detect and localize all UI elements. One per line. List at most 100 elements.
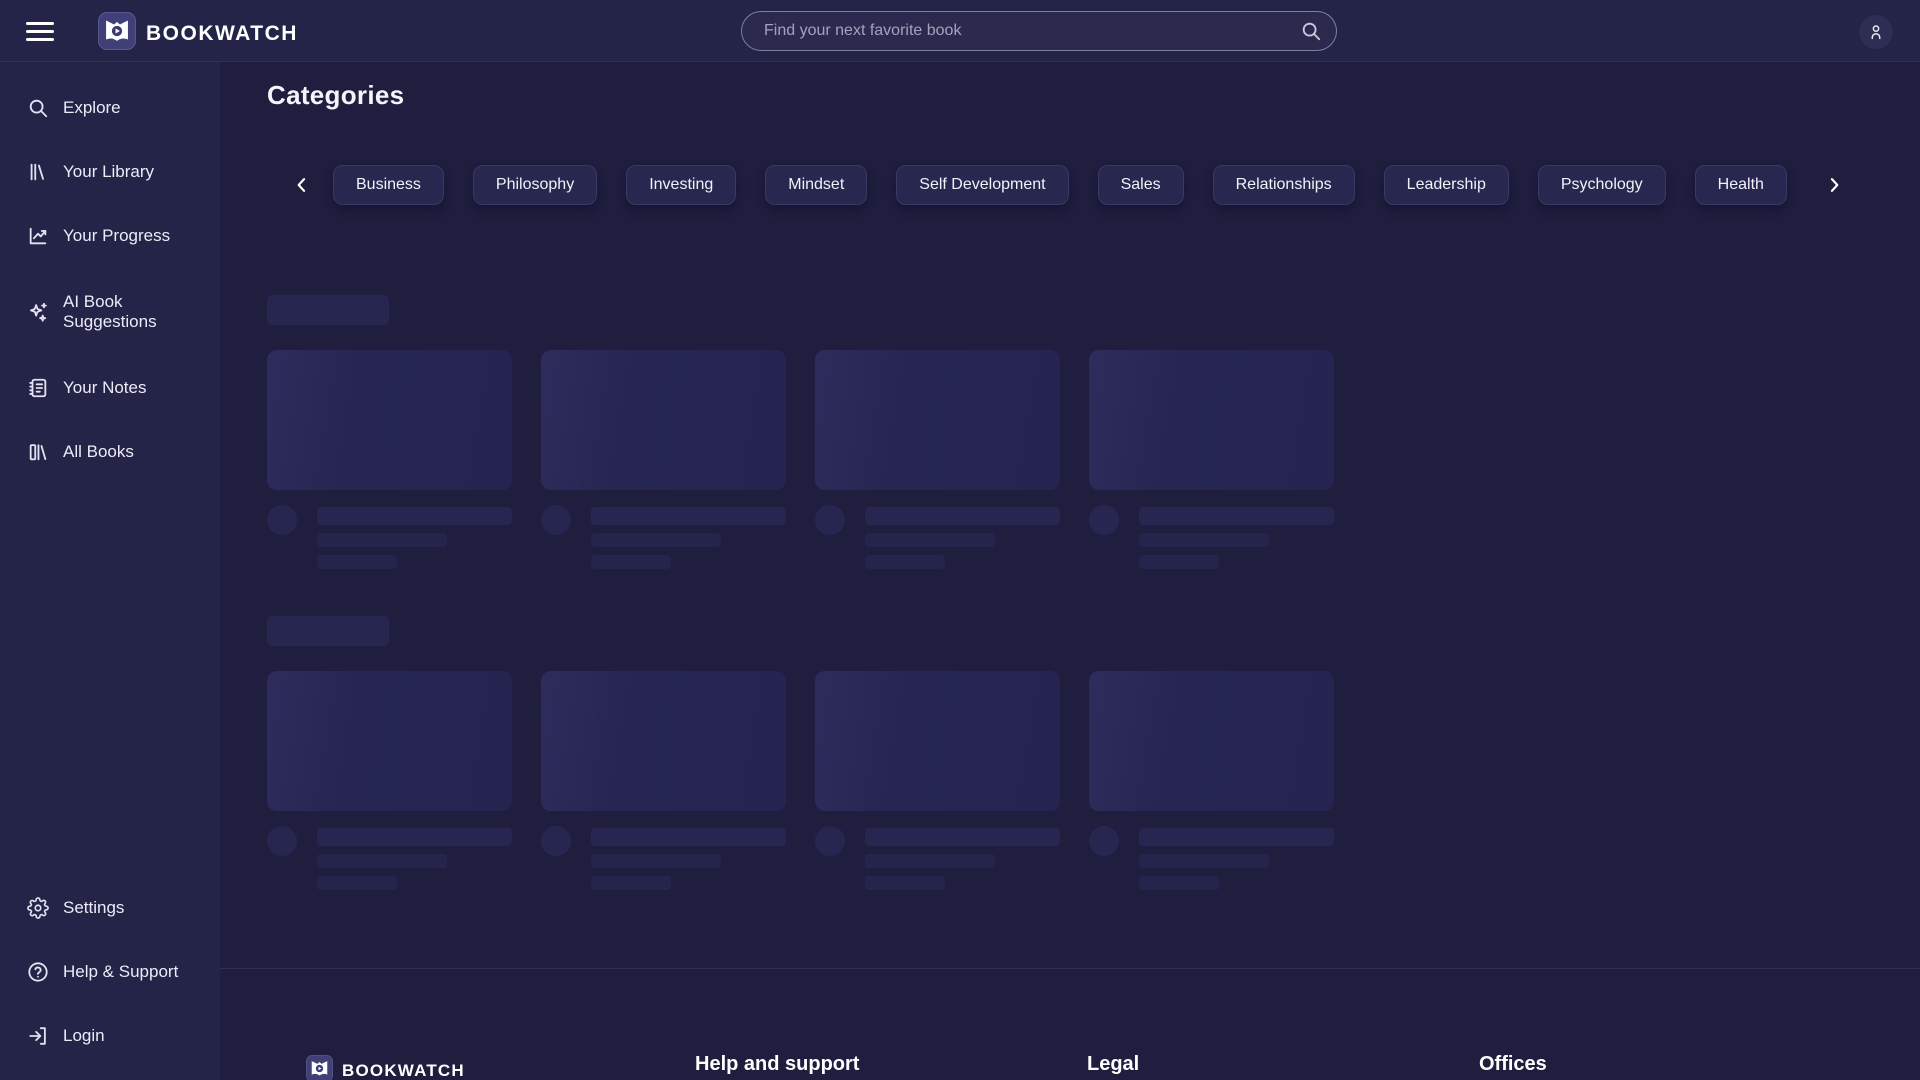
footer-column-legal: Legal — [1087, 1053, 1139, 1076]
text-line-skeleton — [591, 533, 721, 547]
text-line-skeleton — [1139, 854, 1269, 868]
sidebar: Explore Your Library Your Progress AI Bo… — [0, 62, 220, 1080]
book-cover-skeleton — [541, 671, 786, 811]
text-line-skeleton — [1139, 876, 1219, 890]
footer-brand-logo: BOOKWATCH — [306, 1055, 465, 1080]
text-line-skeleton — [1139, 507, 1334, 525]
top-bar: BOOKWATCH — [0, 0, 1920, 62]
sidebar-item-label: All Books — [63, 442, 134, 462]
sidebar-item-your-notes[interactable]: Your Notes — [0, 364, 220, 412]
sidebar-item-settings[interactable]: Settings — [0, 884, 220, 932]
text-line-skeleton — [865, 507, 1060, 525]
avatar-skeleton — [815, 505, 845, 535]
footer-column-offices: Offices — [1479, 1053, 1547, 1076]
sidebar-item-label: Your Library — [63, 162, 154, 182]
sidebar-item-label: Your Notes — [63, 378, 146, 398]
loading-book-section — [267, 616, 1607, 890]
gear-icon — [27, 897, 49, 919]
book-cover-skeleton — [815, 350, 1060, 490]
avatar-skeleton — [815, 826, 845, 856]
sidebar-item-help-support[interactable]: Help & Support — [0, 948, 220, 996]
category-chip-psychology[interactable]: Psychology — [1538, 165, 1666, 205]
category-chip-philosophy[interactable]: Philosophy — [473, 165, 597, 205]
section-title-skeleton — [267, 616, 389, 646]
sidebar-item-label: Your Progress — [63, 226, 170, 246]
chevron-left-icon[interactable] — [286, 169, 318, 201]
category-chip-business[interactable]: Business — [333, 165, 444, 205]
sidebar-item-label: Explore — [63, 98, 121, 118]
category-chip-list: Business Philosophy Investing Mindset Se… — [333, 165, 1787, 205]
book-card-skeleton — [1089, 671, 1334, 890]
text-line-skeleton — [317, 507, 512, 525]
brand-logo[interactable]: BOOKWATCH — [98, 12, 298, 55]
category-chip-health[interactable]: Health — [1695, 165, 1787, 205]
footer-column-help-and-support: Help and support — [695, 1053, 859, 1076]
book-cover-skeleton — [815, 671, 1060, 811]
book-grid-skeleton — [267, 350, 1607, 569]
chevron-right-icon[interactable] — [1818, 169, 1850, 201]
text-line-skeleton — [591, 828, 786, 846]
book-cover-skeleton — [267, 350, 512, 490]
text-line-skeleton — [591, 876, 671, 890]
page-title: Categories — [267, 80, 404, 111]
avatar-skeleton — [267, 826, 297, 856]
library-icon — [27, 161, 49, 183]
bookwatch-logo-icon — [98, 12, 136, 55]
categories-carousel: Business Philosophy Investing Mindset Se… — [220, 165, 1920, 205]
text-line-skeleton — [317, 533, 447, 547]
category-chip-relationships[interactable]: Relationships — [1213, 165, 1355, 205]
avatar-skeleton — [1089, 505, 1119, 535]
sidebar-item-label: Login — [63, 1026, 105, 1046]
book-card-skeleton — [1089, 350, 1334, 569]
section-title-skeleton — [267, 295, 389, 325]
search-bar — [741, 11, 1337, 51]
book-card-skeleton — [267, 350, 512, 569]
text-line-skeleton — [865, 828, 1060, 846]
category-chip-leadership[interactable]: Leadership — [1384, 165, 1509, 205]
book-cover-skeleton — [267, 671, 512, 811]
text-line-skeleton — [317, 854, 447, 868]
avatar-skeleton — [1089, 826, 1119, 856]
menu-icon[interactable] — [26, 17, 54, 45]
sidebar-item-your-library[interactable]: Your Library — [0, 148, 220, 196]
text-line-skeleton — [865, 876, 945, 890]
sidebar-item-label: AI Book Suggestions — [63, 292, 201, 333]
sidebar-item-label: Help & Support — [63, 962, 178, 982]
text-line-skeleton — [317, 876, 397, 890]
text-line-skeleton — [865, 533, 995, 547]
category-chip-investing[interactable]: Investing — [626, 165, 736, 205]
search-icon — [27, 97, 49, 119]
search-input[interactable] — [764, 22, 1300, 40]
text-line-skeleton — [1139, 555, 1219, 569]
sidebar-item-login[interactable]: Login — [0, 1012, 220, 1060]
sidebar-item-ai-book-suggestions[interactable]: AI Book Suggestions — [0, 280, 220, 344]
book-card-skeleton — [815, 671, 1060, 890]
text-line-skeleton — [591, 555, 671, 569]
sidebar-item-label: Settings — [63, 898, 124, 918]
category-chip-self-development[interactable]: Self Development — [896, 165, 1068, 205]
sidebar-item-your-progress[interactable]: Your Progress — [0, 212, 220, 260]
book-card-skeleton — [815, 350, 1060, 569]
loading-book-section — [267, 295, 1607, 569]
text-line-skeleton — [1139, 533, 1269, 547]
book-card-skeleton — [267, 671, 512, 890]
text-line-skeleton — [591, 854, 721, 868]
text-line-skeleton — [1139, 828, 1334, 846]
category-chip-sales[interactable]: Sales — [1098, 165, 1184, 205]
notes-icon — [27, 377, 49, 399]
avatar-skeleton — [541, 826, 571, 856]
book-cover-skeleton — [1089, 350, 1334, 490]
text-line-skeleton — [865, 555, 945, 569]
bookwatch-logo-icon — [306, 1055, 333, 1080]
main-content: Categories Business Philosophy Investing… — [220, 62, 1920, 1080]
text-line-skeleton — [317, 828, 512, 846]
book-card-skeleton — [541, 350, 786, 569]
book-cover-skeleton — [541, 350, 786, 490]
category-chip-mindset[interactable]: Mindset — [765, 165, 867, 205]
sidebar-item-explore[interactable]: Explore — [0, 84, 220, 132]
user-account-button[interactable] — [1859, 15, 1893, 49]
sidebar-item-all-books[interactable]: All Books — [0, 428, 220, 476]
text-line-skeleton — [317, 555, 397, 569]
footer: BOOKWATCH Help and support Legal Offices — [220, 968, 1920, 1080]
book-grid-skeleton — [267, 671, 1607, 890]
